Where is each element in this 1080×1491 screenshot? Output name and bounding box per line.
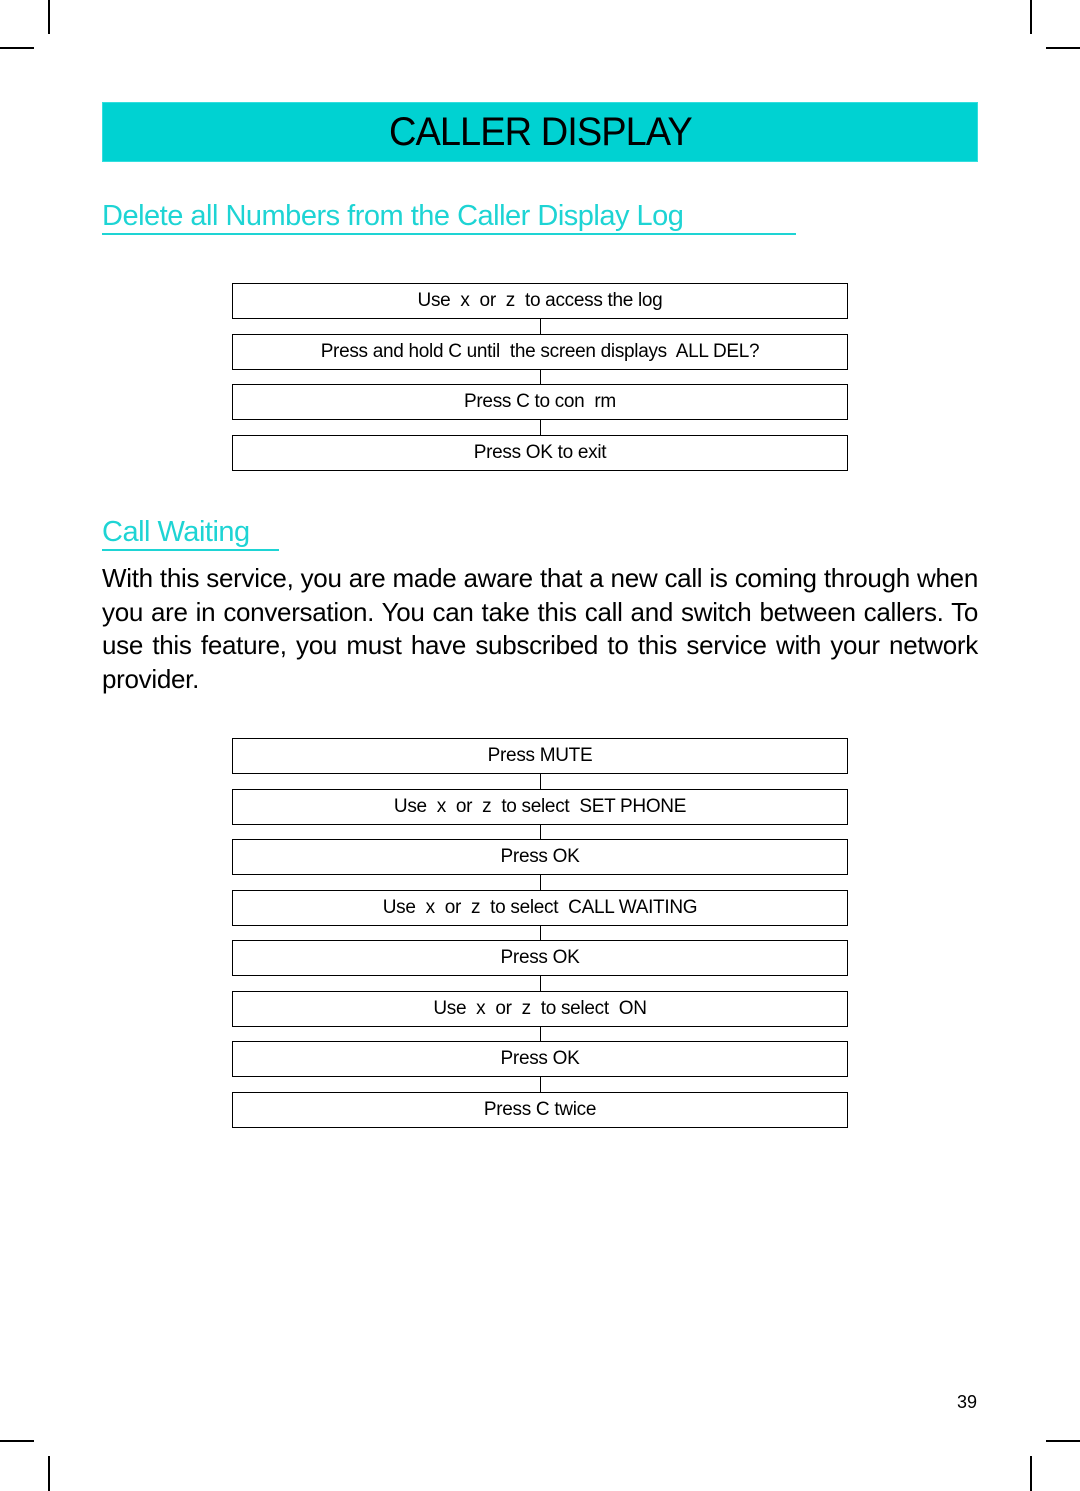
page-title: CALLER DISPLAY (388, 109, 693, 154)
flow-step: Press OK (232, 1041, 848, 1077)
section-heading-call-waiting: Call Waiting (102, 516, 279, 551)
crop-mark (0, 1440, 34, 1442)
flow-step: Use x or z to select ON (232, 991, 848, 1027)
flow-step: Use x or z to select SET PHONE (232, 789, 848, 825)
flow-step: Press OK (232, 940, 848, 976)
flow-connector (540, 976, 541, 991)
crop-mark (1030, 1456, 1032, 1491)
flow-connector (540, 1077, 541, 1092)
flow-step: Press and hold C until the screen displa… (232, 334, 848, 370)
crop-mark (0, 47, 34, 49)
crop-mark (48, 1456, 50, 1491)
flow-connector (540, 925, 541, 940)
flow-connector (540, 420, 541, 435)
page-title-banner: CALLER DISPLAY (102, 102, 978, 162)
page-number: 39 (957, 1392, 978, 1412)
crop-mark (1030, 0, 1032, 34)
flow-step: Press OK (232, 839, 848, 875)
flow-step: Press C to con rm (232, 384, 848, 420)
flow-step: Press C twice (232, 1092, 848, 1128)
crop-mark (1046, 47, 1080, 49)
crop-mark (1046, 1440, 1080, 1442)
flow-connector (540, 319, 541, 334)
flow-step: Press MUTE (232, 738, 848, 774)
heading-underline (102, 549, 279, 551)
section-heading-delete-all: Delete all Numbers from the Caller Displ… (102, 200, 796, 235)
call-waiting-description: With this service, you are made aware th… (102, 563, 978, 694)
flow-connector (540, 1026, 541, 1041)
flow-connector (540, 875, 541, 890)
heading-underline (102, 233, 796, 235)
flow-connector (540, 369, 541, 384)
flow-step: Use x or z to access the log (232, 283, 848, 319)
crop-mark (48, 0, 50, 34)
flow-connector (540, 774, 541, 789)
flow-step: Press OK to exit (232, 435, 848, 471)
flow-connector (540, 824, 541, 839)
flow-step: Use x or z to select CALL WAITING (232, 890, 848, 926)
